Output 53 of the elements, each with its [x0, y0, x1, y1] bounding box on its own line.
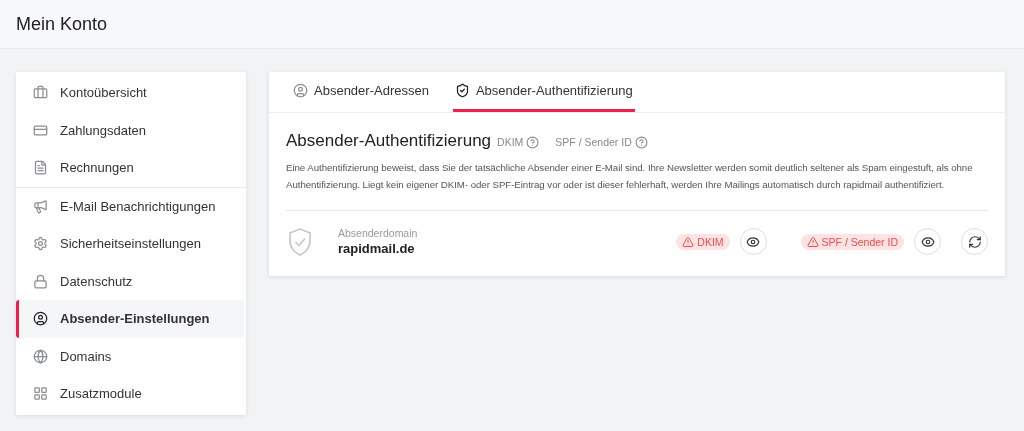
refresh-icon [967, 234, 982, 249]
view-button[interactable] [914, 228, 941, 255]
sidebar-item[interactable]: Absender-Einstellungen [16, 300, 244, 338]
domain-label: Absenderdomain [338, 227, 419, 239]
help-icon[interactable] [526, 135, 540, 149]
sidebar-item-label: Kontoübersicht [60, 85, 147, 101]
grid-icon [33, 386, 48, 402]
sidebar-item-label: Rechnungen [60, 160, 134, 176]
eye-icon [920, 234, 935, 249]
description: Eine Authentifizierung beweist, dass Sie der tatsächliche Absender einer E-Mail sind. Ihre Newsletter werden somit deutlich seltener als Spam eingestuft, als ohne Authentifizierung. Liegt kein eigener DKIM- oder SPF-Eintrag vor oder ist dieser fehlerhaft, werden Ihre Mailings automatisch durch rapidmail authentifiziert. [286, 161, 974, 192]
warning-icon [682, 235, 695, 248]
sidebar-item[interactable]: E-Mail Benachrichtigungen [16, 187, 244, 225]
tab-label: Absender-Authentifizierung [475, 83, 633, 98]
help-label: DKIM [497, 136, 524, 148]
sidebar-item[interactable]: Sicherheitseinstellungen [16, 225, 244, 263]
sidebar-item-label: Zahlungsdaten [60, 122, 146, 138]
status-badge: DKIM [676, 233, 730, 250]
help-label: SPF / Sender ID [555, 136, 632, 148]
card-icon [33, 122, 48, 138]
status-badge: SPF / Sender ID [800, 233, 904, 250]
briefcase-icon [33, 85, 48, 101]
tab[interactable]: Absender-Authentifizierung [452, 72, 635, 112]
sidebar-item-label: Absender-Einstellungen [60, 311, 210, 327]
eye-icon [746, 234, 761, 249]
globe-icon [33, 348, 48, 364]
megaphone-icon [33, 198, 48, 214]
warning-icon [806, 235, 819, 248]
section-title: Absender-Authentifizierung [286, 131, 492, 151]
view-button[interactable] [739, 228, 767, 255]
sidebar-item-label: Datenschutz [60, 273, 133, 289]
tab-label: Absender-Adressen [314, 83, 429, 98]
sidebar-item[interactable]: Kontoübersicht [16, 74, 244, 112]
sidebar-item[interactable]: Datenschutz [16, 262, 244, 300]
refresh-button[interactable] [961, 228, 988, 255]
user-icon [293, 83, 308, 98]
lock-icon [33, 273, 48, 289]
sidebar-item-label: Domains [60, 348, 112, 364]
tab[interactable]: Absender-Adressen [291, 72, 431, 112]
sidebar-item[interactable]: Zahlungsdaten [16, 111, 244, 149]
sidebar-item[interactable]: Zusatzmodule [16, 375, 244, 413]
settings-icon [33, 236, 48, 252]
sidebar-item[interactable]: Domains [16, 337, 244, 375]
shield-check-icon [288, 227, 312, 256]
document-icon [33, 160, 48, 176]
sidebar-item[interactable]: Rechnungen [16, 149, 244, 187]
sidebar-item-label: E-Mail Benachrichtigungen [60, 198, 216, 214]
help-icon[interactable] [634, 135, 648, 149]
sidebar-item-label: Sicherheitseinstellungen [60, 236, 201, 252]
user-icon [33, 311, 48, 327]
page-title: Mein Konto [16, 13, 108, 35]
shield-check-icon [454, 83, 470, 98]
sidebar-item-label: Zusatzmodule [60, 386, 142, 402]
domain-value: rapidmail.de [338, 241, 416, 256]
